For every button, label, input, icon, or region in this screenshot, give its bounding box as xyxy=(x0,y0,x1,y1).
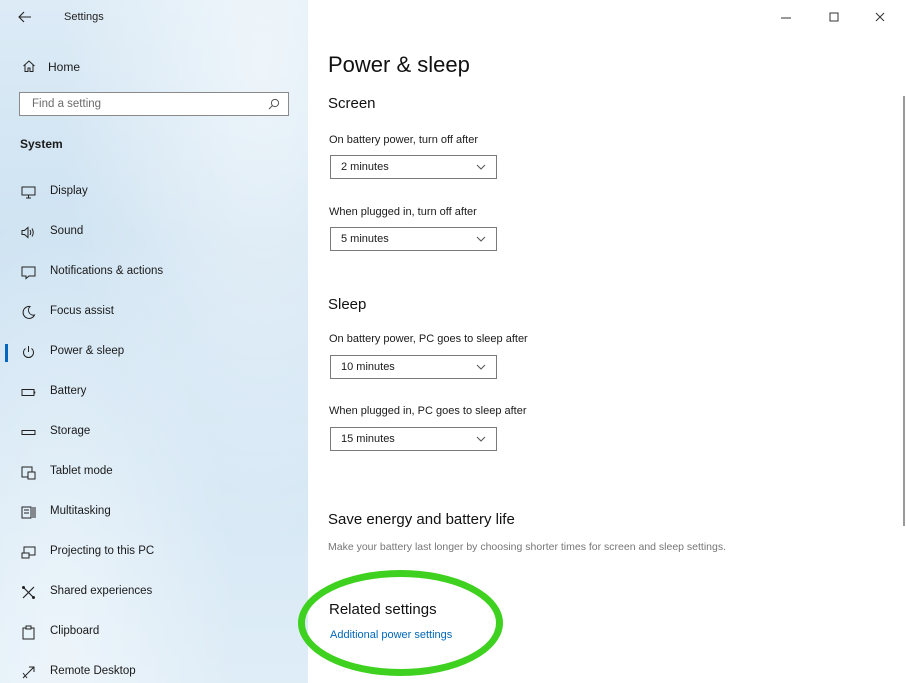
save-energy-heading: Save energy and battery life xyxy=(328,511,515,528)
sidebar-item-display[interactable]: Display xyxy=(0,172,308,212)
power-icon xyxy=(23,346,34,358)
close-button[interactable] xyxy=(872,10,888,24)
sidebar-item-label: Projecting to this PC xyxy=(50,545,155,557)
battery-icon xyxy=(21,389,36,396)
maximize-icon xyxy=(829,12,839,22)
minimize-icon xyxy=(781,17,791,19)
sidebar-item-focus-assist[interactable]: Focus assist xyxy=(0,292,308,332)
clipboard-icon xyxy=(22,625,35,640)
remote-desktop-icon xyxy=(22,666,35,679)
app-title: Settings xyxy=(64,11,104,23)
home-label: Home xyxy=(48,60,81,74)
sidebar-item-label: Shared experiences xyxy=(50,585,153,597)
sidebar-item-sound[interactable]: Sound xyxy=(0,212,308,252)
sidebar-item-tablet-mode[interactable]: Tablet mode xyxy=(0,452,308,492)
moon-icon xyxy=(22,305,36,319)
chevron-down-icon xyxy=(476,436,486,442)
search-input[interactable] xyxy=(20,93,262,115)
page-title: Power & sleep xyxy=(328,52,470,77)
sidebar-item-label: Tablet mode xyxy=(50,465,113,477)
sleep-heading: Sleep xyxy=(328,296,367,313)
sidebar-item-clipboard[interactable]: Clipboard xyxy=(0,612,308,652)
sleep-battery-label: On battery power, PC goes to sleep after xyxy=(329,333,528,345)
sidebar-nav: Display Sound Notifications & actions Fo… xyxy=(0,172,308,683)
highlight-ring xyxy=(298,570,503,676)
dropdown-value: 2 minutes xyxy=(341,161,389,173)
maximize-button[interactable] xyxy=(826,10,842,24)
dropdown-value: 5 minutes xyxy=(341,233,389,245)
section-title: System xyxy=(20,137,63,151)
screen-plugged-dropdown[interactable]: 5 minutes xyxy=(330,227,497,251)
sleep-plugged-label: When plugged in, PC goes to sleep after xyxy=(329,405,527,417)
sidebar-item-power-sleep[interactable]: Power & sleep xyxy=(0,332,308,372)
sidebar-item-label: Battery xyxy=(50,385,87,397)
sidebar-item-label: Display xyxy=(50,185,88,197)
storage-icon xyxy=(21,430,36,435)
save-energy-description: Make your battery last longer by choosin… xyxy=(328,541,727,553)
shared-experiences-icon xyxy=(22,586,35,599)
title-bar: Settings xyxy=(0,0,308,34)
sidebar-item-label: Remote Desktop xyxy=(50,665,136,677)
minimize-button[interactable] xyxy=(778,10,794,24)
close-icon xyxy=(875,12,885,22)
home-icon xyxy=(23,60,35,72)
screen-battery-label: On battery power, turn off after xyxy=(329,134,478,146)
sleep-battery-dropdown[interactable]: 10 minutes xyxy=(330,355,497,379)
back-button[interactable] xyxy=(14,8,36,26)
screen-plugged-label: When plugged in, turn off after xyxy=(329,206,477,218)
sidebar-item-multitasking[interactable]: Multitasking xyxy=(0,492,308,532)
projecting-icon xyxy=(21,546,36,559)
sidebar-item-label: Clipboard xyxy=(50,625,100,637)
chevron-down-icon xyxy=(476,164,486,170)
display-icon xyxy=(21,186,36,199)
window-controls xyxy=(756,0,906,34)
sidebar-item-label: Power & sleep xyxy=(50,345,125,357)
sidebar-item-shared-experiences[interactable]: Shared experiences xyxy=(0,572,308,612)
notifications-icon xyxy=(21,266,36,280)
screen-heading: Screen xyxy=(328,95,376,112)
sidebar-item-projecting[interactable]: Projecting to this PC xyxy=(0,532,308,572)
sidebar: Settings Home System Display Sound Notif… xyxy=(0,0,308,683)
chevron-down-icon xyxy=(476,364,486,370)
sidebar-item-remote-desktop[interactable]: Remote Desktop xyxy=(0,652,308,683)
scrollbar[interactable] xyxy=(903,96,905,526)
sidebar-item-label: Focus assist xyxy=(50,305,114,317)
sidebar-item-label: Multitasking xyxy=(50,505,111,517)
chevron-down-icon xyxy=(476,236,486,242)
sidebar-item-label: Notifications & actions xyxy=(50,265,164,277)
sidebar-item-notifications[interactable]: Notifications & actions xyxy=(0,252,308,292)
search-box[interactable] xyxy=(19,92,289,116)
sidebar-item-storage[interactable]: Storage xyxy=(0,412,308,452)
sidebar-item-label: Storage xyxy=(50,425,91,437)
sound-icon xyxy=(21,226,34,239)
tablet-mode-icon xyxy=(21,466,36,480)
search-icon[interactable] xyxy=(268,98,280,110)
back-arrow-icon xyxy=(18,11,31,23)
screen-battery-dropdown[interactable]: 2 minutes xyxy=(330,155,497,179)
sidebar-item-label: Sound xyxy=(50,225,84,237)
home-link[interactable]: Home xyxy=(0,52,308,80)
sleep-plugged-dropdown[interactable]: 15 minutes xyxy=(330,427,497,451)
dropdown-value: 15 minutes xyxy=(341,433,395,445)
dropdown-value: 10 minutes xyxy=(341,361,395,373)
sidebar-item-battery[interactable]: Battery xyxy=(0,372,308,412)
multitasking-icon xyxy=(21,506,36,519)
